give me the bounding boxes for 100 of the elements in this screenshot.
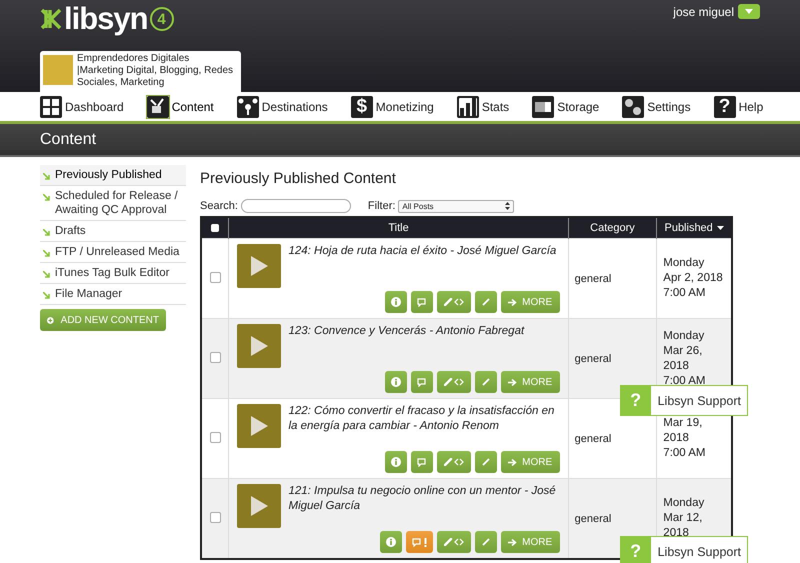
column-header[interactable]: Title — [228, 217, 568, 238]
sidebar-item[interactable]: Scheduled for Release / Awaiting QC Approval — [40, 186, 186, 221]
bar-chart-icon — [456, 96, 479, 118]
network-icon — [236, 96, 259, 118]
logo-text: libsyn — [64, 3, 148, 35]
filter-dropdown[interactable]: All Posts — [398, 200, 514, 212]
column-header[interactable]: Published — [656, 217, 732, 238]
comments-button[interactable] — [410, 291, 433, 313]
help-icon: ? — [620, 537, 651, 563]
user-name: jose miguel — [673, 4, 734, 18]
episode-thumbnail-placeholder[interactable] — [237, 484, 282, 528]
podcast-artwork-placeholder — [43, 55, 73, 85]
podcast-card[interactable]: Emprendedores Digitales |Marketing Digital, Blogging, Redes Sociales, Marketing — [40, 51, 241, 92]
link-code-icon — [444, 538, 464, 546]
link-code-icon — [444, 378, 464, 386]
info-icon — [386, 537, 396, 547]
pencil-icon — [482, 538, 490, 546]
edit-button[interactable] — [474, 371, 497, 393]
support-widget[interactable]: ? Libsyn Support — [620, 536, 748, 563]
column-header[interactable]: Category — [568, 217, 657, 238]
link-embed-button[interactable] — [436, 451, 471, 473]
comment-icon — [417, 458, 426, 466]
arrow-right-icon — [508, 298, 518, 306]
link-code-icon — [444, 458, 464, 466]
comments-button[interactable] — [406, 531, 433, 553]
plus-circle-icon — [47, 314, 54, 326]
nav-tab[interactable]: Storage — [532, 94, 600, 120]
pencil-icon — [482, 458, 490, 466]
episode-thumbnail-placeholder[interactable] — [237, 324, 282, 368]
podcast-title: Emprendedores Digitales |Marketing Digital, Blogging, Redes Sociales, Marketing — [77, 53, 234, 90]
arrow-icon — [43, 194, 50, 201]
edit-button[interactable] — [474, 531, 497, 553]
nav-tab[interactable]: Dashboard — [40, 94, 124, 120]
arrow-icon — [43, 271, 50, 278]
pencil-icon — [482, 298, 490, 306]
nav-tab[interactable]: $ Monetizing — [350, 94, 434, 120]
episode-thumbnail-placeholder[interactable] — [237, 244, 282, 288]
arrow-icon — [43, 292, 50, 299]
pencil-icon — [482, 378, 490, 386]
user-menu-button[interactable] — [738, 4, 760, 19]
episode-title[interactable]: 123: Convence y Vencerás - Antonio Fabregat — [288, 324, 524, 369]
link-embed-button[interactable] — [436, 371, 471, 393]
edit-button[interactable] — [474, 291, 497, 313]
arrow-icon — [43, 250, 50, 257]
grid-icon — [40, 96, 62, 118]
filter-label: Filter: — [368, 200, 396, 212]
arrow-icon — [43, 173, 50, 180]
select-all-checkbox[interactable] — [211, 224, 220, 232]
row-checkbox[interactable] — [210, 432, 221, 442]
info-icon — [390, 377, 401, 387]
section-title: Previously Published Content — [200, 170, 397, 187]
help-icon: ? — [714, 96, 736, 118]
arrow-right-icon — [508, 378, 518, 386]
comment-icon — [417, 298, 426, 306]
dollar-icon: $ — [350, 96, 373, 118]
info-button[interactable] — [384, 291, 407, 313]
logo-badge: 4 — [150, 7, 174, 31]
link-embed-button[interactable] — [436, 531, 471, 553]
link-embed-button[interactable] — [436, 291, 471, 313]
content-icon — [146, 96, 169, 118]
info-icon — [390, 457, 401, 467]
comments-button[interactable] — [410, 451, 433, 473]
episode-title[interactable]: 121: Impulsa tu negocio online con un mentor - José Miguel García — [288, 484, 560, 529]
arrow-right-icon — [508, 458, 518, 466]
comment-icon — [417, 378, 426, 386]
nav-tab[interactable]: Settings — [622, 94, 691, 120]
edit-button[interactable] — [474, 451, 497, 473]
link-code-icon — [444, 298, 464, 306]
arrow-right-icon — [508, 538, 518, 546]
row-checkbox[interactable] — [210, 352, 221, 362]
sidebar-item[interactable]: FTP / Unreleased Media — [40, 242, 186, 263]
nav-tab[interactable]: Stats — [456, 94, 510, 120]
search-field[interactable] — [240, 199, 351, 213]
comment-icon — [412, 538, 421, 546]
select-arrows-icon — [505, 202, 510, 210]
arrow-icon — [43, 229, 50, 236]
episode-title[interactable]: 124: Hoja de ruta hacia el éxito - José Miguel García — [288, 244, 556, 289]
info-button[interactable] — [380, 531, 402, 553]
info-icon — [390, 297, 401, 307]
sort-caret-icon — [716, 226, 724, 230]
logo-mark-icon — [40, 7, 62, 31]
exclamation-icon — [424, 538, 427, 546]
nav-tab[interactable]: ? Help — [714, 94, 764, 120]
sidebar-item[interactable]: Drafts — [40, 221, 186, 242]
info-button[interactable] — [384, 371, 407, 393]
storage-icon — [532, 96, 554, 118]
sidebar-item[interactable]: iTunes Tag Bulk Editor — [40, 263, 186, 284]
info-button[interactable] — [384, 451, 407, 473]
row-checkbox[interactable] — [210, 512, 221, 522]
episode-title[interactable]: 122: Cómo convertir el fracaso y la insatisfacción en la energía para cambiar - Antonio Renom — [288, 404, 560, 449]
sidebar-item[interactable]: File Manager — [40, 284, 186, 305]
search-label: Search: — [200, 200, 238, 212]
sidebar-item[interactable]: Previously Published — [40, 165, 186, 186]
row-checkbox[interactable] — [210, 272, 221, 282]
caret-icon — [745, 9, 753, 14]
page-title: Content — [40, 130, 96, 148]
nav-tab[interactable]: Destinations — [236, 94, 328, 120]
comments-button[interactable] — [410, 371, 433, 393]
nav-tab[interactable]: Content — [146, 94, 214, 120]
episode-thumbnail-placeholder[interactable] — [237, 404, 282, 448]
